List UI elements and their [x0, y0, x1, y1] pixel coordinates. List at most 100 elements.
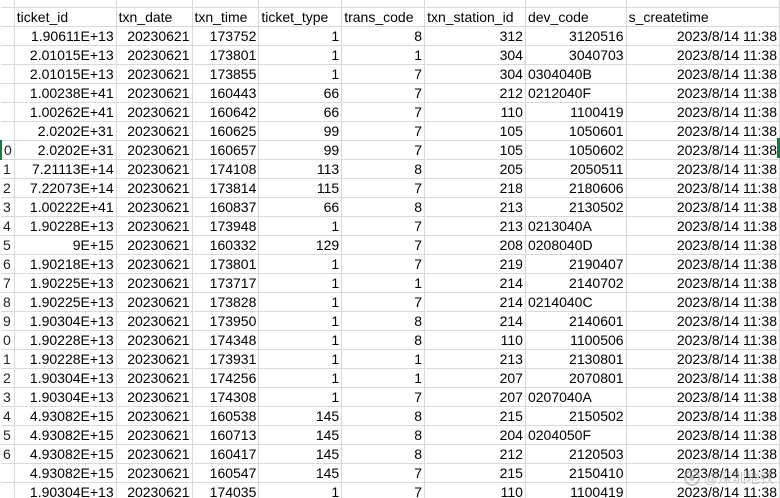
table-cell[interactable]: 7: [341, 178, 426, 198]
table-cell[interactable]: 160625: [192, 121, 260, 141]
table-cell[interactable]: 1: [341, 273, 426, 293]
table-cell[interactable]: 207: [424, 387, 526, 407]
row-number[interactable]: 2: [1, 178, 15, 198]
table-cell[interactable]: 20230621: [116, 140, 193, 160]
table-cell[interactable]: 2023/8/14 11:38: [626, 387, 780, 407]
table-cell[interactable]: 173717: [192, 273, 260, 293]
table-cell[interactable]: 99: [258, 121, 343, 141]
table-cell[interactable]: 1.90228E+13: [14, 330, 117, 350]
table-cell[interactable]: 1050601: [525, 121, 627, 141]
table-cell[interactable]: 173950: [192, 311, 260, 331]
table-cell[interactable]: 160443: [192, 83, 260, 103]
table-cell[interactable]: 2.01015E+13: [14, 64, 117, 84]
row-number[interactable]: [1, 463, 15, 483]
row-number[interactable]: 1: [1, 159, 15, 179]
table-cell[interactable]: 1: [258, 482, 343, 498]
table-cell[interactable]: 160642: [192, 102, 260, 122]
table-cell[interactable]: 66: [258, 83, 343, 103]
table-cell[interactable]: 0207040A: [525, 387, 627, 407]
table-cell[interactable]: 1.90304E+13: [14, 311, 117, 331]
table-cell[interactable]: 8: [341, 406, 426, 426]
table-cell[interactable]: 0208040D: [525, 235, 627, 255]
table-cell[interactable]: 2023/8/14 11:38: [626, 444, 780, 464]
row-number[interactable]: [1, 83, 15, 103]
table-cell[interactable]: 2023/8/14 11:38: [626, 26, 780, 46]
table-cell[interactable]: 1.90225E+13: [14, 273, 117, 293]
table-cell[interactable]: 173752: [192, 26, 260, 46]
table-cell[interactable]: 1.90304E+13: [14, 482, 117, 498]
table-cell[interactable]: 7: [341, 292, 426, 312]
table-cell[interactable]: 20230621: [116, 292, 193, 312]
table-cell[interactable]: 20230621: [116, 235, 193, 255]
table-cell[interactable]: 1: [258, 292, 343, 312]
row-number[interactable]: [1, 45, 15, 65]
table-cell[interactable]: 160713: [192, 425, 260, 445]
table-cell[interactable]: 110: [424, 482, 526, 498]
table-cell[interactable]: 1: [258, 64, 343, 84]
row-number[interactable]: [1, 121, 15, 141]
table-cell[interactable]: 20230621: [116, 64, 193, 84]
table-cell[interactable]: 2023/8/14 11:38: [626, 64, 780, 84]
table-cell[interactable]: 173948: [192, 216, 260, 236]
header-cell-txn-time[interactable]: txn_time: [192, 7, 260, 27]
table-cell[interactable]: 1.90304E+13: [14, 368, 117, 388]
table-cell[interactable]: 173855: [192, 64, 260, 84]
table-cell[interactable]: 2023/8/14 11:38: [626, 140, 780, 160]
table-cell[interactable]: 213: [424, 197, 526, 217]
table-cell[interactable]: 304: [424, 64, 526, 84]
table-cell[interactable]: 1.90228E+13: [14, 216, 117, 236]
header-cell-dev-code[interactable]: dev_code: [525, 7, 627, 27]
table-cell[interactable]: 7: [341, 216, 426, 236]
table-cell[interactable]: 99: [258, 140, 343, 160]
table-cell[interactable]: 113: [258, 159, 343, 179]
table-cell[interactable]: 205: [424, 159, 526, 179]
table-cell[interactable]: 1: [258, 216, 343, 236]
row-number[interactable]: [1, 7, 15, 27]
table-cell[interactable]: 2023/8/14 11:38: [626, 197, 780, 217]
table-cell[interactable]: 2023/8/14 11:38: [626, 254, 780, 274]
table-cell[interactable]: 105: [424, 140, 526, 160]
table-cell[interactable]: 7: [341, 235, 426, 255]
table-cell[interactable]: 145: [258, 444, 343, 464]
table-cell[interactable]: 20230621: [116, 26, 193, 46]
row-number[interactable]: 0: [0, 140, 15, 160]
row-number[interactable]: 4: [1, 216, 15, 236]
table-cell[interactable]: 1100419: [525, 102, 627, 122]
table-cell[interactable]: 20230621: [116, 159, 193, 179]
table-cell[interactable]: 2190407: [525, 254, 627, 274]
table-cell[interactable]: 7: [341, 463, 426, 483]
row-number[interactable]: 0: [1, 330, 15, 350]
table-cell[interactable]: 312: [424, 26, 526, 46]
table-cell[interactable]: 145: [258, 406, 343, 426]
table-cell[interactable]: 1.90225E+13: [14, 292, 117, 312]
table-cell[interactable]: 173801: [192, 45, 260, 65]
table-cell[interactable]: 212: [424, 444, 526, 464]
table-cell[interactable]: 2130801: [525, 349, 627, 369]
table-cell[interactable]: 1: [258, 45, 343, 65]
table-cell[interactable]: 7: [341, 482, 426, 498]
table-cell[interactable]: 7: [341, 64, 426, 84]
table-cell[interactable]: 0214040C: [525, 292, 627, 312]
row-number[interactable]: 2: [1, 368, 15, 388]
table-cell[interactable]: 2023/8/14 11:38: [626, 330, 780, 350]
table-cell[interactable]: 7: [341, 387, 426, 407]
table-cell[interactable]: 20230621: [116, 482, 193, 498]
header-cell-ticket-type[interactable]: ticket_type: [258, 7, 343, 27]
table-cell[interactable]: 2070801: [525, 368, 627, 388]
table-cell[interactable]: 2023/8/14 11:38: [626, 159, 780, 179]
table-cell[interactable]: 20230621: [116, 368, 193, 388]
table-cell[interactable]: 2.0202E+31: [14, 140, 117, 160]
table-cell[interactable]: 2130502: [525, 197, 627, 217]
column-letter-cell[interactable]: [525, 0, 627, 8]
table-cell[interactable]: 173931: [192, 349, 260, 369]
table-cell[interactable]: 8: [341, 425, 426, 445]
table-cell[interactable]: 4.93082E+15: [14, 444, 117, 464]
table-cell[interactable]: 2140601: [525, 311, 627, 331]
table-cell[interactable]: 4.93082E+15: [14, 425, 117, 445]
column-letter-cell[interactable]: [424, 0, 526, 8]
table-cell[interactable]: 2023/8/14 11:38: [626, 121, 780, 141]
row-number[interactable]: 6: [1, 254, 15, 274]
table-cell[interactable]: 1.90228E+13: [14, 349, 117, 369]
table-cell[interactable]: 20230621: [116, 311, 193, 331]
row-number[interactable]: 7: [1, 273, 15, 293]
